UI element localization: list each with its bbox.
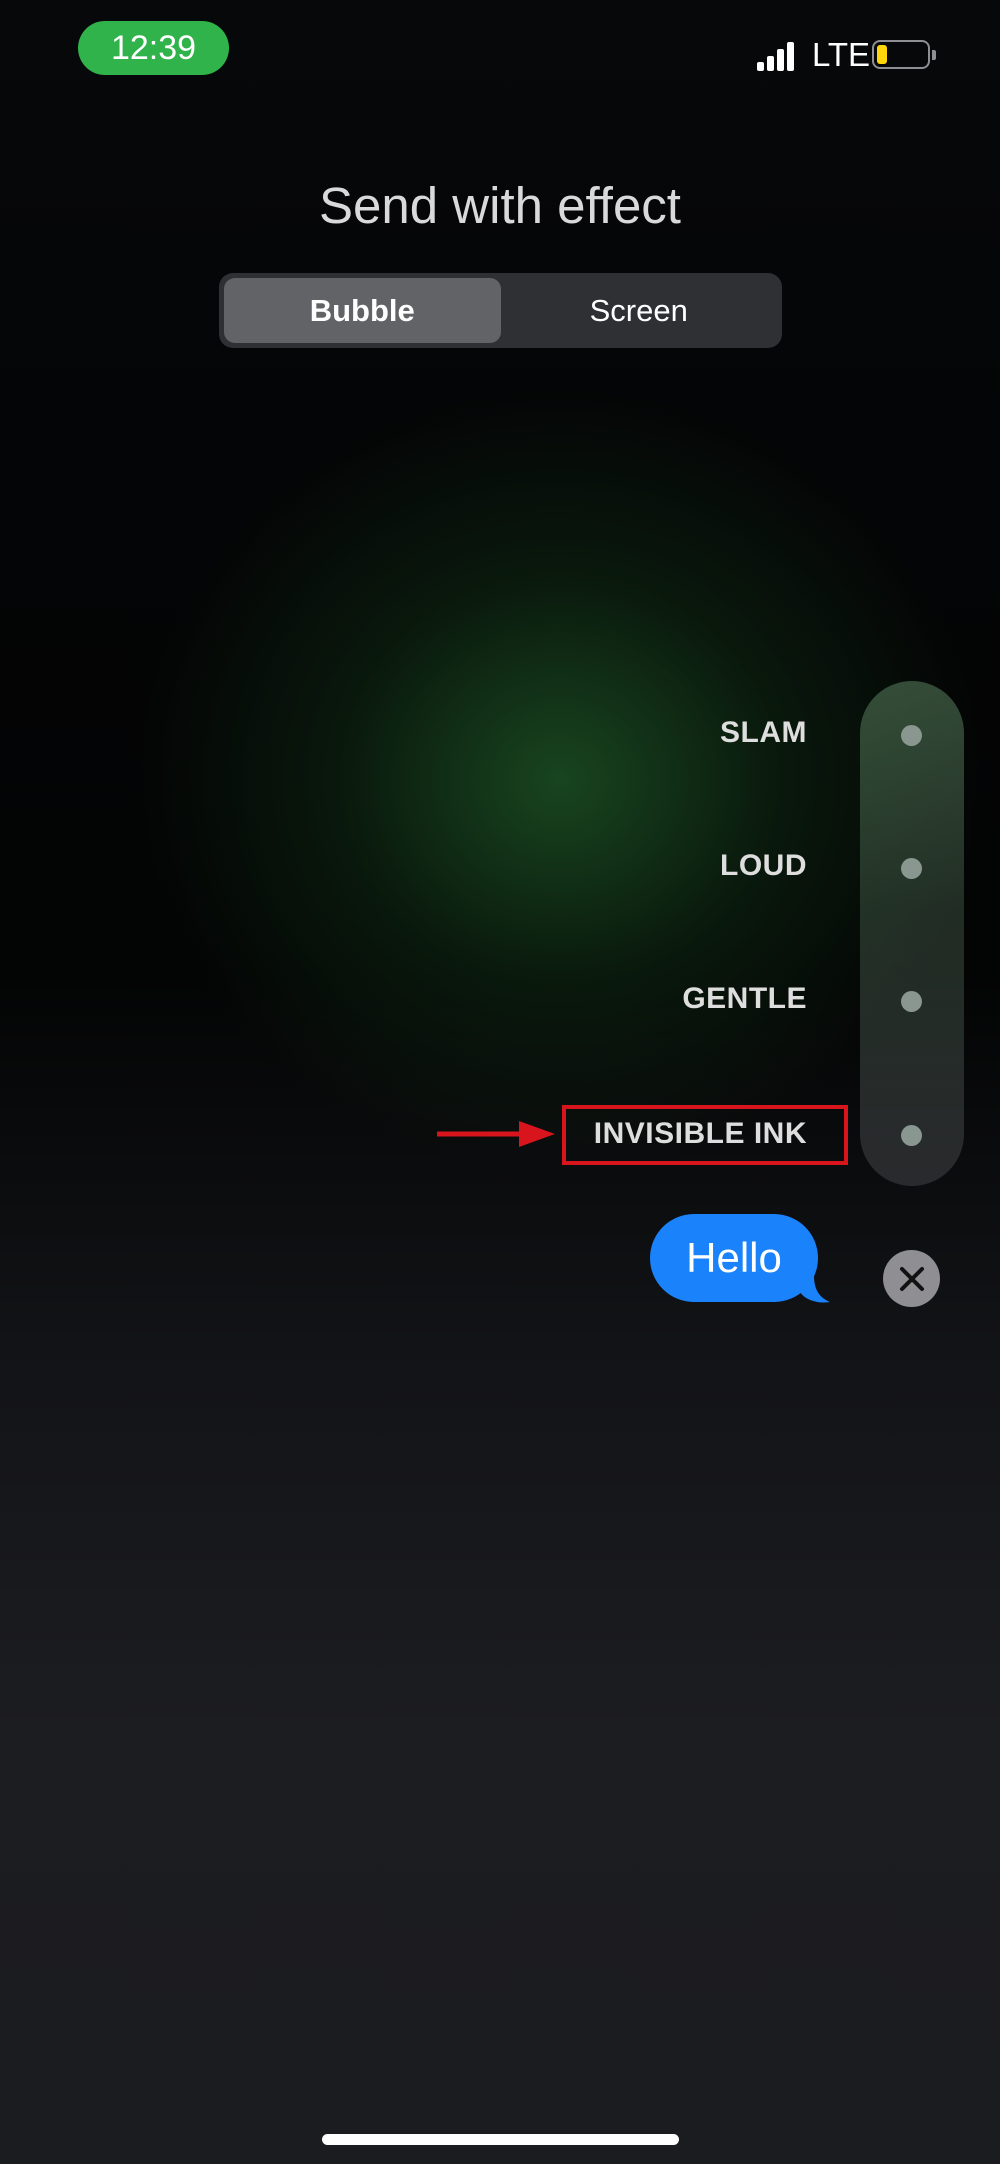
effect-dot-gentle[interactable] — [901, 991, 922, 1012]
home-indicator[interactable] — [322, 2134, 679, 2145]
effect-option-gentle[interactable]: GENTLE — [682, 982, 807, 1016]
bubble-tail — [800, 1262, 830, 1303]
effect-dot-invisible-ink[interactable] — [901, 1125, 922, 1146]
close-icon — [899, 1266, 924, 1291]
cancel-effect-button[interactable] — [883, 1250, 940, 1307]
tab-screen[interactable]: Screen — [501, 278, 778, 343]
effect-selector-track[interactable] — [860, 681, 964, 1186]
status-time: 12:39 — [78, 21, 229, 75]
page-title: Send with effect — [319, 177, 681, 234]
annotation-highlight-box — [562, 1105, 848, 1165]
tab-bubble[interactable]: Bubble — [224, 278, 501, 343]
effect-option-slam[interactable]: SLAM — [720, 716, 807, 750]
message-bubble: Hello — [650, 1214, 818, 1302]
effect-type-segmented-control: Bubble Screen — [219, 273, 782, 348]
network-type: LTE — [812, 36, 871, 73]
effect-dot-slam[interactable] — [901, 725, 922, 746]
arrow-right-icon — [437, 1121, 555, 1147]
cellular-signal-icon — [757, 41, 794, 71]
effect-option-loud[interactable]: LOUD — [720, 849, 807, 883]
battery-icon — [872, 40, 936, 69]
effect-dot-loud[interactable] — [901, 858, 922, 879]
